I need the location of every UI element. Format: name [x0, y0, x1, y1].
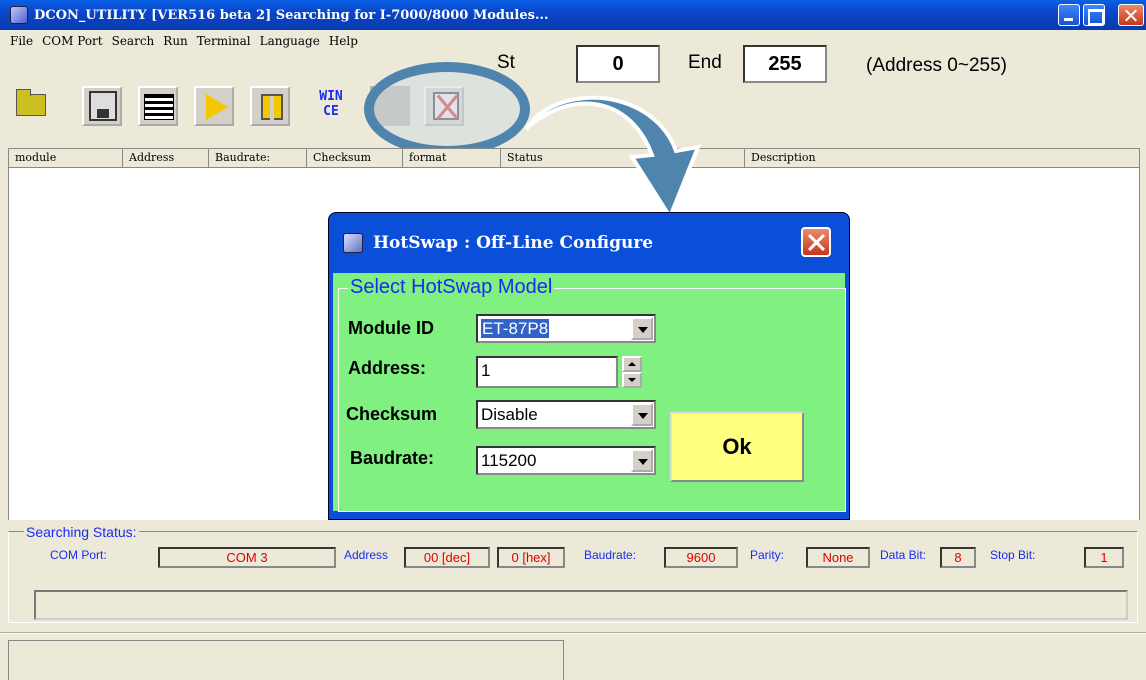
checksum-label: Checksum	[346, 404, 438, 424]
address-label: Address:	[348, 358, 427, 378]
col-module[interactable]: module	[9, 149, 123, 167]
menu-com-port[interactable]: COM Port	[42, 34, 103, 48]
app-icon	[10, 6, 28, 24]
com-port-value: COM 3	[158, 547, 336, 568]
menu-help[interactable]: Help	[329, 34, 358, 48]
run-button[interactable]	[194, 86, 234, 126]
menu-bar: File COM Port Search Run Terminal Langua…	[0, 30, 1146, 52]
address-dec-value: 00 [dec]	[404, 547, 490, 568]
stopbit-label: Stop Bit:	[990, 548, 1036, 562]
module-id-select[interactable]: ET-87P8	[476, 314, 656, 343]
printer-icon	[144, 94, 174, 120]
col-address[interactable]: Address	[123, 149, 209, 167]
col-checksum[interactable]: Checksum	[307, 149, 403, 167]
address-spinner[interactable]	[622, 356, 642, 388]
close-button[interactable]	[1118, 4, 1144, 26]
status-baudrate-label: Baudrate:	[584, 548, 637, 562]
chevron-down-icon[interactable]	[631, 403, 653, 426]
pause-button[interactable]	[250, 86, 290, 126]
end-address-field[interactable]: 255	[743, 45, 827, 83]
databit-label: Data Bit:	[880, 548, 927, 562]
stopbit-value: 1	[1084, 547, 1124, 568]
search-progress-bar	[34, 590, 1128, 620]
menu-language[interactable]: Language	[260, 34, 320, 48]
col-description[interactable]: Description	[745, 149, 1139, 167]
title-bar: DCON_UTILITY [VER516 beta 2] Searching f…	[0, 0, 1146, 30]
baudrate-value: 115200	[481, 451, 537, 470]
floppy-disk-icon	[89, 91, 117, 121]
status-group-title: Searching Status:	[24, 524, 139, 540]
menu-search[interactable]: Search	[112, 34, 155, 48]
statusbar-pane	[8, 640, 564, 680]
print-button[interactable]	[138, 86, 178, 126]
wince-button[interactable]: WIN CE	[312, 86, 352, 126]
baudrate-select[interactable]: 115200	[476, 446, 656, 475]
end-label: End	[688, 52, 722, 73]
dialog-title: HotSwap : Off-Line Configure	[373, 233, 654, 253]
com-port-label: COM Port:	[50, 548, 107, 562]
address-input[interactable]: 1	[476, 356, 618, 388]
start-address-field[interactable]: 0	[576, 45, 660, 83]
parity-value: None	[806, 547, 870, 568]
maximize-button[interactable]	[1083, 4, 1105, 26]
ok-button[interactable]: Ok	[670, 412, 804, 482]
dialog-close-button[interactable]	[801, 227, 831, 257]
status-divider	[0, 632, 1146, 634]
chevron-down-icon[interactable]	[631, 317, 653, 340]
group-title: Select HotSwap Model	[348, 276, 555, 299]
minimize-button[interactable]	[1058, 4, 1080, 26]
chevron-down-icon[interactable]	[631, 449, 653, 472]
menu-run[interactable]: Run	[163, 34, 188, 48]
menu-terminal[interactable]: Terminal	[197, 34, 251, 48]
databit-value: 8	[940, 547, 976, 568]
window-title: DCON_UTILITY [VER516 beta 2] Searching f…	[34, 7, 549, 23]
address-range-text: (Address 0~255)	[866, 55, 1007, 76]
wince-icon: WIN CE	[319, 89, 343, 119]
col-format[interactable]: format	[403, 149, 501, 167]
menu-file[interactable]: File	[10, 34, 33, 48]
baudrate-label: Baudrate:	[350, 448, 435, 468]
baudrate-status-value: 9600	[664, 547, 738, 568]
folder-icon	[16, 89, 46, 116]
checksum-select[interactable]: Disable	[476, 400, 656, 429]
checksum-value: Disable	[481, 405, 538, 424]
save-button[interactable]	[82, 86, 122, 126]
spin-down-icon[interactable]	[622, 372, 642, 388]
module-id-value: ET-87P8	[481, 319, 550, 338]
spin-up-icon[interactable]	[622, 356, 642, 372]
dialog-title-bar: HotSwap : Off-Line Configure	[329, 213, 849, 273]
col-baudrate[interactable]: Baudrate:	[209, 149, 307, 167]
open-folder-button[interactable]	[12, 86, 54, 128]
address-hex-value: 0 [hex]	[497, 547, 565, 568]
module-id-label: Module ID	[348, 318, 434, 338]
status-address-label: Address	[344, 548, 389, 562]
parity-label: Parity:	[750, 548, 785, 562]
highlight-circle	[364, 62, 530, 156]
pause-icon	[261, 94, 283, 120]
play-icon	[206, 94, 228, 120]
dialog-app-icon	[343, 233, 363, 253]
start-label: St	[497, 52, 515, 73]
